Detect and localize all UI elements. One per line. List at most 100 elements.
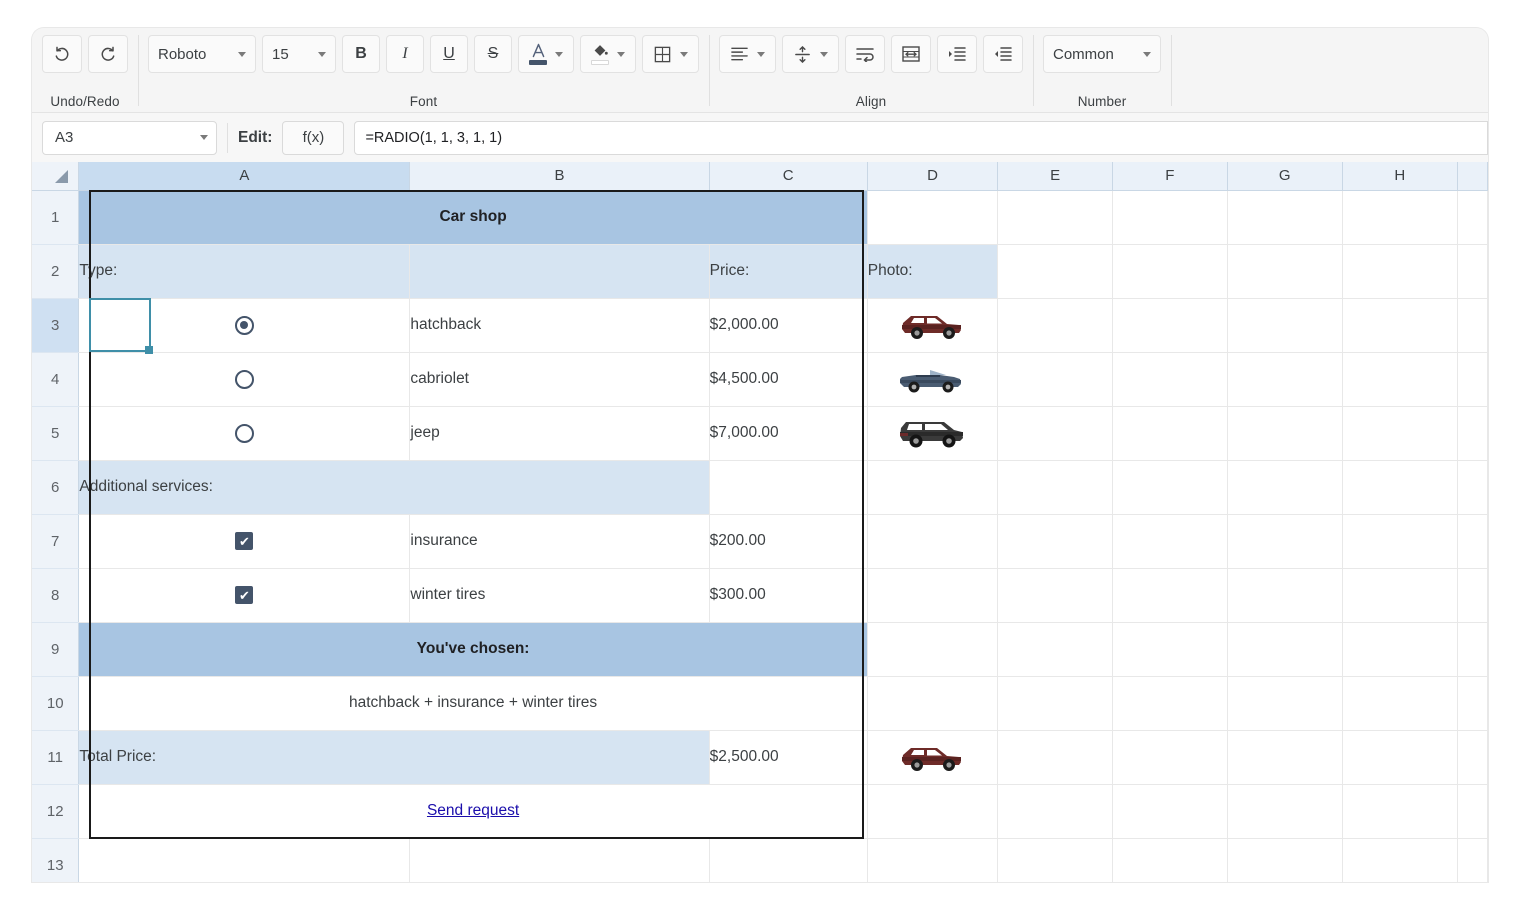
cell-e1[interactable] (867, 190, 999, 245)
cell-h2[interactable] (1227, 244, 1343, 299)
cell-h1[interactable] (1227, 190, 1343, 245)
cell-b13[interactable] (409, 838, 710, 882)
cell-g2[interactable] (1112, 244, 1228, 299)
cell-a11-total-label[interactable]: Total Price: (78, 730, 710, 785)
cell-d6[interactable] (867, 460, 999, 515)
send-request-link[interactable]: Send request (427, 802, 519, 819)
cell-b7-label[interactable]: insurance (409, 514, 710, 569)
cell-i13[interactable] (1342, 838, 1458, 882)
cell-i9[interactable] (1342, 622, 1458, 677)
cell-h11[interactable] (1227, 730, 1343, 785)
cell-f13[interactable] (997, 838, 1114, 882)
cell-f11[interactable] (997, 730, 1114, 785)
vertical-align-button[interactable] (782, 35, 839, 73)
column-header-e[interactable]: E (997, 162, 1114, 191)
cell-b3-label[interactable]: hatchback (409, 298, 710, 353)
cell-e10[interactable] (867, 676, 999, 731)
cell-d4-photo[interactable] (867, 352, 999, 407)
cell-c11-total-price[interactable]: $2,500.00 (709, 730, 868, 785)
wrap-text-button[interactable] (845, 35, 885, 73)
cell-f8[interactable] (997, 568, 1114, 623)
column-header-partial[interactable] (1457, 162, 1488, 191)
cell-f4[interactable] (997, 352, 1114, 407)
row-header-1[interactable]: 1 (32, 190, 80, 245)
spreadsheet-grid[interactable]: A B C D E F G H 1 Car shop 2 Type: Price… (32, 162, 1488, 882)
column-header-d[interactable]: D (867, 162, 999, 191)
cell-c4-price[interactable]: $4,500.00 (709, 352, 868, 407)
redo-button[interactable] (88, 35, 128, 73)
cell-f5[interactable] (997, 406, 1114, 461)
cell-reference-box[interactable]: A3 (42, 120, 217, 155)
cell-i3[interactable] (1342, 298, 1458, 353)
increase-indent-button[interactable] (937, 35, 977, 73)
cell-j3[interactable] (1457, 298, 1488, 353)
cell-d7[interactable] (867, 514, 999, 569)
row-header-8[interactable]: 8 (32, 568, 80, 623)
number-format-select[interactable]: Common (1043, 35, 1161, 73)
row-header-5[interactable]: 5 (32, 406, 80, 461)
cell-b5-label[interactable]: jeep (409, 406, 710, 461)
cell-a2-type[interactable]: Type: (78, 244, 411, 299)
cell-f3[interactable] (997, 298, 1114, 353)
borders-button[interactable] (642, 35, 699, 73)
cell-f9[interactable] (997, 622, 1114, 677)
cell-d5-photo[interactable] (867, 406, 999, 461)
column-header-b[interactable]: B (409, 162, 710, 191)
cell-d8[interactable] (867, 568, 999, 623)
cell-c6[interactable] (709, 460, 868, 515)
column-header-f[interactable]: F (1112, 162, 1228, 191)
text-color-button[interactable] (518, 35, 574, 73)
cell-i12[interactable] (1342, 784, 1458, 839)
cell-c7-price[interactable]: $200.00 (709, 514, 868, 569)
cell-h6[interactable] (1227, 460, 1343, 515)
cell-j9[interactable] (1457, 622, 1488, 677)
cell-i8[interactable] (1342, 568, 1458, 623)
row-header-6[interactable]: 6 (32, 460, 80, 515)
cell-j10[interactable] (1457, 676, 1488, 731)
cell-j5[interactable] (1457, 406, 1488, 461)
strikethrough-button[interactable]: S (474, 35, 512, 73)
cell-i11[interactable] (1342, 730, 1458, 785)
row-header-7[interactable]: 7 (32, 514, 80, 569)
cell-f10[interactable] (997, 676, 1114, 731)
cell-h5[interactable] (1227, 406, 1343, 461)
cell-i7[interactable] (1342, 514, 1458, 569)
cell-j8[interactable] (1457, 568, 1488, 623)
cell-g8[interactable] (1112, 568, 1228, 623)
cell-a12-send-request[interactable]: Send request (78, 784, 868, 839)
radio-button-cabriolet[interactable] (234, 369, 254, 389)
cell-h12[interactable] (1227, 784, 1343, 839)
cell-g3[interactable] (1112, 298, 1228, 353)
cell-f12[interactable] (997, 784, 1114, 839)
cell-e12[interactable] (867, 784, 999, 839)
cell-b8-label[interactable]: winter tires (409, 568, 710, 623)
cell-j1[interactable] (1457, 190, 1488, 245)
decrease-indent-button[interactable] (983, 35, 1023, 73)
column-header-h[interactable]: H (1342, 162, 1458, 191)
horizontal-align-button[interactable] (719, 35, 776, 73)
cell-a6-section[interactable]: Additional services: (78, 460, 710, 515)
cell-c8-price[interactable]: $300.00 (709, 568, 868, 623)
checkbox-insurance[interactable]: ✔ (235, 532, 254, 550)
row-header-3[interactable]: 3 (32, 298, 80, 353)
cell-h10[interactable] (1227, 676, 1343, 731)
cell-h7[interactable] (1227, 514, 1343, 569)
cell-g9[interactable] (1112, 622, 1228, 677)
formula-input[interactable]: =RADIO(1, 1, 3, 1, 1) (354, 120, 1488, 155)
cell-c3-price[interactable]: $2,000.00 (709, 298, 868, 353)
font-family-select[interactable]: Roboto (148, 35, 256, 73)
cell-h4[interactable] (1227, 352, 1343, 407)
italic-button[interactable]: I (386, 35, 424, 73)
underline-button[interactable]: U (430, 35, 468, 73)
column-header-c[interactable]: C (709, 162, 868, 191)
cell-d3-photo[interactable] (867, 298, 999, 353)
cell-h9[interactable] (1227, 622, 1343, 677)
cell-a4-radio-cabriolet[interactable] (78, 352, 411, 407)
cell-c13[interactable] (709, 838, 868, 882)
row-header-9[interactable]: 9 (32, 622, 80, 677)
cell-i10[interactable] (1342, 676, 1458, 731)
cell-j2[interactable] (1457, 244, 1488, 299)
cell-h8[interactable] (1227, 568, 1343, 623)
cell-g12[interactable] (1112, 784, 1228, 839)
cell-c5-price[interactable]: $7,000.00 (709, 406, 868, 461)
